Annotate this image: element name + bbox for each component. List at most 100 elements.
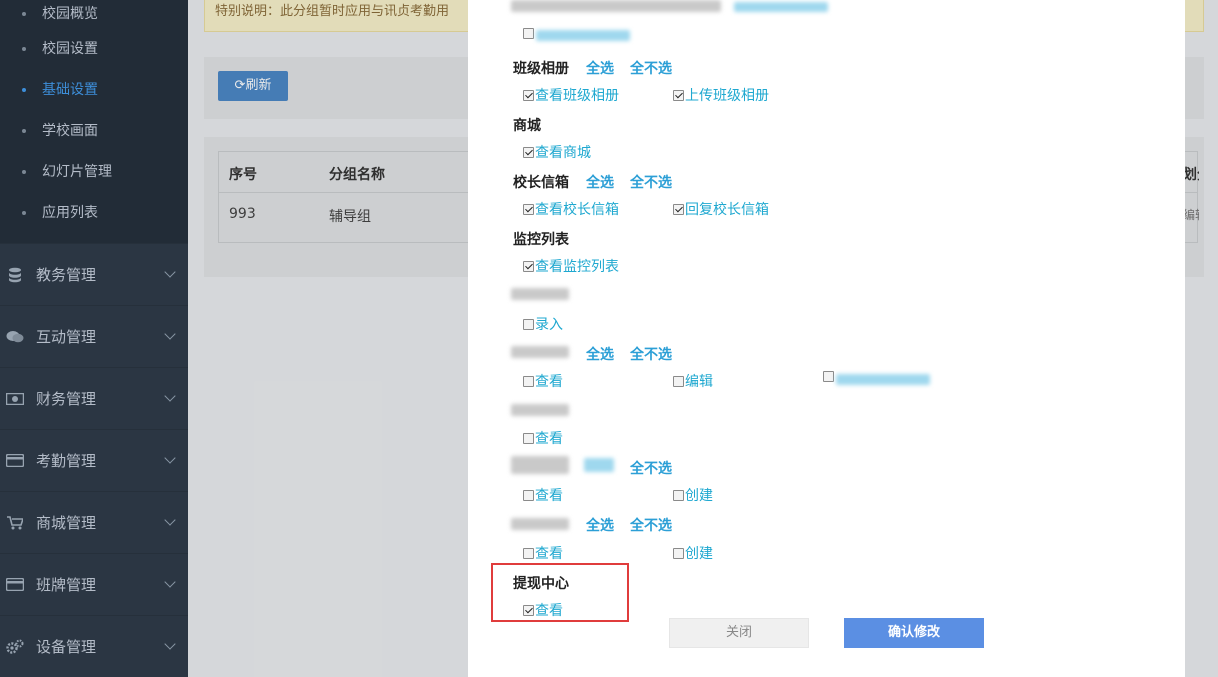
- bullet-icon: [22, 169, 26, 174]
- option-view-monitor[interactable]: 查看监控列表: [523, 256, 619, 276]
- select-none-link[interactable]: 全不选: [630, 458, 672, 478]
- checkbox-checked[interactable]: [523, 260, 534, 272]
- group-title-mailbox: 校长信箱: [513, 175, 569, 191]
- checkbox[interactable]: [523, 432, 534, 444]
- sub-item-label: 学校画面: [42, 122, 98, 139]
- checkbox[interactable]: [523, 547, 534, 559]
- option-label: 上传班级相册: [685, 88, 769, 104]
- option-view-mall[interactable]: 查看商城: [523, 142, 591, 162]
- highlight-box: [491, 563, 629, 622]
- option-label: 查看监控列表: [535, 259, 619, 275]
- option-label: 编辑: [685, 374, 713, 390]
- checkbox-checked[interactable]: [673, 89, 684, 101]
- menu-devices[interactable]: 设备管理: [0, 615, 188, 677]
- option-view[interactable]: 查看: [523, 428, 563, 448]
- sub-item-label: 幻灯片管理: [42, 163, 112, 180]
- option-reply-mailbox[interactable]: 回复校长信箱: [673, 199, 769, 219]
- checkbox[interactable]: [523, 318, 534, 330]
- checkbox-checked[interactable]: [523, 203, 534, 215]
- checkbox[interactable]: [673, 547, 684, 559]
- menu-academic[interactable]: 教务管理: [0, 243, 188, 305]
- chevron-down-icon: [164, 328, 176, 340]
- option-label: 创建: [685, 488, 713, 504]
- option-view[interactable]: 查看: [523, 485, 563, 505]
- card-icon: [6, 453, 24, 469]
- option-create[interactable]: 创建: [673, 485, 713, 505]
- checkbox[interactable]: [523, 28, 534, 39]
- chevron-down-icon: [164, 452, 176, 464]
- option-label: 回复校长信箱: [685, 202, 769, 218]
- redacted-group-title: [511, 518, 569, 530]
- option-label: 查看校长信箱: [535, 202, 619, 218]
- bullet-icon: [22, 46, 26, 51]
- checkbox[interactable]: [823, 371, 834, 382]
- group-title-monitor: 监控列表: [513, 232, 569, 248]
- bullet-icon: [22, 128, 26, 133]
- select-all-link[interactable]: 全选: [586, 58, 614, 78]
- sub-item-app-list[interactable]: 应用列表: [0, 192, 188, 233]
- redacted-group-title: [511, 346, 569, 358]
- option-upload-album[interactable]: 上传班级相册: [673, 85, 769, 105]
- checkbox[interactable]: [673, 375, 684, 387]
- chevron-down-icon: [164, 514, 176, 526]
- redacted-group-title: [511, 0, 721, 12]
- card-icon: [6, 577, 24, 593]
- chevron-down-icon: [164, 390, 176, 402]
- option-view-album[interactable]: 查看班级相册: [523, 85, 619, 105]
- menu-label: 考勤管理: [36, 452, 97, 470]
- option-label: 查看商城: [535, 145, 591, 161]
- option-entry[interactable]: 录入: [523, 314, 563, 334]
- option-label: 查看: [535, 488, 563, 504]
- menu-label: 互动管理: [36, 328, 97, 346]
- menu-attendance[interactable]: 考勤管理: [0, 429, 188, 491]
- sub-item-overview[interactable]: 校园概览: [0, 0, 188, 28]
- menu-mall[interactable]: 商城管理: [0, 491, 188, 553]
- sidebar: 校园概览 校园设置 基础设置 学校画面 幻灯片管理 应用列表 教务管理 互动管理…: [0, 0, 188, 677]
- option-view[interactable]: 查看: [523, 371, 563, 391]
- select-none-link[interactable]: 全不选: [630, 172, 672, 192]
- checkbox-checked[interactable]: [523, 146, 534, 158]
- option-label: 查看: [535, 374, 563, 390]
- redacted-group-title: [511, 288, 569, 300]
- select-all-link[interactable]: 全选: [586, 344, 614, 364]
- option-label: 查看: [535, 546, 563, 562]
- select-all-link[interactable]: 全选: [586, 172, 614, 192]
- redacted-option: [536, 30, 630, 41]
- close-button[interactable]: 关闭: [669, 618, 809, 648]
- sub-item-label: 基础设置: [42, 81, 98, 98]
- menu-label: 设备管理: [36, 638, 97, 656]
- menu-label: 财务管理: [36, 390, 97, 408]
- bullet-icon: [22, 12, 26, 16]
- chat-icon: [6, 329, 24, 345]
- checkbox[interactable]: [673, 489, 684, 501]
- checkbox[interactable]: [523, 375, 534, 387]
- select-none-link[interactable]: 全不选: [630, 58, 672, 78]
- option-view[interactable]: 查看: [523, 543, 563, 563]
- select-all-link[interactable]: 全选: [586, 515, 614, 535]
- money-icon: [6, 391, 24, 407]
- select-none-link[interactable]: 全不选: [630, 515, 672, 535]
- database-icon: [6, 267, 24, 283]
- option-label: 查看班级相册: [535, 88, 619, 104]
- menu-class-board[interactable]: 班牌管理: [0, 553, 188, 615]
- option-view-mailbox[interactable]: 查看校长信箱: [523, 199, 619, 219]
- checkbox[interactable]: [523, 489, 534, 501]
- option-edit[interactable]: 编辑: [673, 371, 713, 391]
- sub-item-campus-settings[interactable]: 校园设置: [0, 28, 188, 69]
- option-create[interactable]: 创建: [673, 543, 713, 563]
- menu-interaction[interactable]: 互动管理: [0, 305, 188, 367]
- redacted-select-all: [584, 458, 614, 472]
- sub-item-label: 校园设置: [42, 40, 98, 57]
- select-none-link[interactable]: 全不选: [630, 344, 672, 364]
- redacted-links: [734, 2, 828, 12]
- checkbox-checked[interactable]: [523, 89, 534, 101]
- checkbox-checked[interactable]: [673, 203, 684, 215]
- sub-item-basic-settings[interactable]: 基础设置: [0, 69, 188, 110]
- confirm-button[interactable]: 确认修改: [844, 618, 984, 648]
- sub-item-school-screen[interactable]: 学校画面: [0, 110, 188, 151]
- sub-menu-list: 校园概览 校园设置 基础设置 学校画面 幻灯片管理 应用列表: [0, 0, 188, 243]
- sub-item-slides[interactable]: 幻灯片管理: [0, 151, 188, 192]
- menu-finance[interactable]: 财务管理: [0, 367, 188, 429]
- bullet-icon: [22, 87, 26, 92]
- menu-label: 商城管理: [36, 514, 97, 532]
